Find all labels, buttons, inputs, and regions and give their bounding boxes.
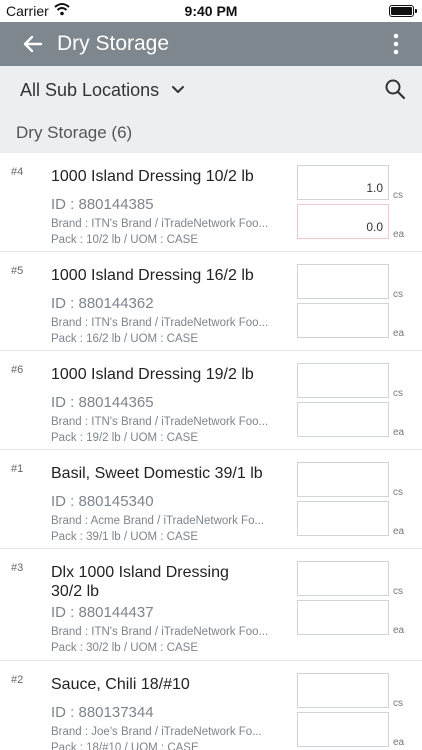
item-brand: Brand : ITN's Brand / iTradeNetwork Foo.… xyxy=(51,317,269,329)
sub-location-label: All Sub Locations xyxy=(20,79,160,100)
filter-bar: All Sub Locations Dry Storage (6) xyxy=(0,66,422,153)
case-unit-label: cs xyxy=(393,586,403,597)
case-unit-label: cs xyxy=(393,388,403,399)
item-id: ID : 880144437 xyxy=(51,604,154,621)
item-name: 1000 Island Dressing 10/2 lb xyxy=(51,168,254,185)
item-id: ID : 880137344 xyxy=(51,704,154,721)
item-name: Basil, Sweet Domestic 39/1 lb xyxy=(51,465,263,482)
case-qty-input[interactable] xyxy=(297,264,389,299)
item-pack: Pack : 30/2 lb / UOM : CASE xyxy=(51,642,198,654)
app-bar: Dry Storage xyxy=(0,22,422,66)
item-name: 1000 Island Dressing 16/2 lb xyxy=(51,267,254,284)
each-qty-input[interactable] xyxy=(297,712,389,747)
case-qty-input[interactable] xyxy=(297,462,389,497)
case-unit-label: cs xyxy=(393,487,403,498)
item-list: #4 1000 Island Dressing 10/2 lb ID : 880… xyxy=(0,153,422,750)
battery-icon xyxy=(389,5,417,17)
item-id: ID : 880145340 xyxy=(51,493,154,510)
each-qty-input[interactable]: 0.0 xyxy=(297,204,389,239)
item-brand: Brand : ITN's Brand / iTradeNetwork Foo.… xyxy=(51,416,269,428)
item-brand: Brand : ITN's Brand / iTradeNetwork Foo.… xyxy=(51,626,269,638)
more-vertical-icon[interactable] xyxy=(392,32,400,56)
case-qty-input[interactable]: 1.0 xyxy=(297,165,389,200)
search-icon[interactable] xyxy=(384,78,406,100)
item-rank: #2 xyxy=(11,674,24,686)
list-item[interactable]: #2 Sauce, Chili 18/#10 ID : 880137344 Br… xyxy=(0,661,422,750)
list-item[interactable]: #6 1000 Island Dressing 19/2 lb ID : 880… xyxy=(0,351,422,450)
back-arrow-icon[interactable] xyxy=(20,31,46,57)
item-pack: Pack : 10/2 lb / UOM : CASE xyxy=(51,234,198,246)
sub-location-dropdown[interactable]: All Sub Locations xyxy=(20,78,185,102)
case-unit-label: cs xyxy=(393,698,403,709)
each-qty-input[interactable] xyxy=(297,501,389,536)
each-unit-label: ea xyxy=(393,737,405,748)
item-name: Sauce, Chili 18/#10 xyxy=(51,676,190,693)
each-unit-label: ea xyxy=(393,625,405,636)
item-brand: Brand : ITN's Brand / iTradeNetwork Foo.… xyxy=(51,218,269,230)
each-unit-label: ea xyxy=(393,328,405,339)
list-item[interactable]: #3 Dlx 1000 Island Dressing 30/2 lb ID :… xyxy=(0,549,422,661)
each-unit-label: ea xyxy=(393,229,405,240)
item-id: ID : 880144385 xyxy=(51,196,154,213)
item-name: Dlx 1000 Island Dressing 30/2 lb xyxy=(51,564,229,600)
item-pack: Pack : 19/2 lb / UOM : CASE xyxy=(51,432,198,444)
each-unit-label: ea xyxy=(393,526,405,537)
item-rank: #5 xyxy=(11,265,24,277)
each-unit-label: ea xyxy=(393,427,405,438)
list-item[interactable]: #4 1000 Island Dressing 10/2 lb ID : 880… xyxy=(0,153,422,252)
item-rank: #4 xyxy=(11,166,24,178)
item-id: ID : 880144365 xyxy=(51,394,154,411)
item-rank: #1 xyxy=(11,463,24,475)
each-qty-input[interactable] xyxy=(297,600,389,635)
item-rank: #3 xyxy=(11,562,24,574)
case-qty-input[interactable] xyxy=(297,363,389,398)
list-item[interactable]: #1 Basil, Sweet Domestic 39/1 lb ID : 88… xyxy=(0,450,422,549)
item-rank: #6 xyxy=(11,364,24,376)
case-qty-input[interactable] xyxy=(297,673,389,708)
chevron-down-icon xyxy=(172,86,185,93)
item-brand: Brand : Joe's Brand / iTradeNetwork Fo..… xyxy=(51,726,262,738)
list-item[interactable]: #5 1000 Island Dressing 16/2 lb ID : 880… xyxy=(0,252,422,351)
item-pack: Pack : 39/1 lb / UOM : CASE xyxy=(51,531,198,543)
status-bar: Carrier 9:40 PM xyxy=(0,0,422,22)
section-title: Dry Storage (6) xyxy=(16,123,133,142)
case-unit-label: cs xyxy=(393,289,403,300)
each-qty-input[interactable] xyxy=(297,402,389,437)
page-title: Dry Storage xyxy=(57,32,170,55)
item-id: ID : 880144362 xyxy=(51,295,154,312)
item-brand: Brand : Acme Brand / iTradeNetwork Fo... xyxy=(51,515,265,527)
status-time: 9:40 PM xyxy=(184,3,238,19)
each-qty-input[interactable] xyxy=(297,303,389,338)
case-qty-input[interactable] xyxy=(297,561,389,596)
case-unit-label: cs xyxy=(393,190,403,201)
item-name: 1000 Island Dressing 19/2 lb xyxy=(51,366,254,383)
item-pack: Pack : 18/#10 / UOM : CASE xyxy=(51,742,199,750)
item-pack: Pack : 16/2 lb / UOM : CASE xyxy=(51,333,198,345)
